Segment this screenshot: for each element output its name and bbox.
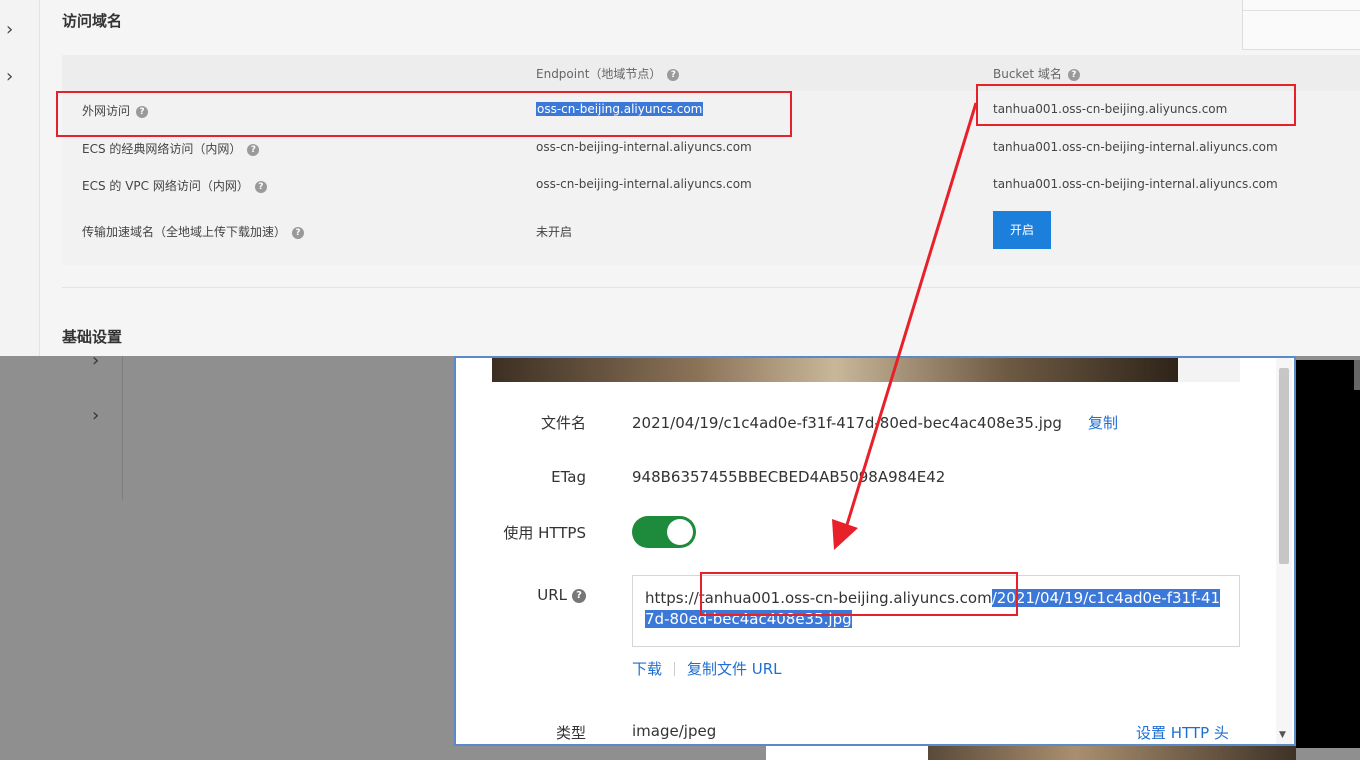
oss-console-panel: › › 访问域名 Endpoint（地域节点）? Bucket 域名? 外网访问… [0,0,1360,356]
download-link[interactable]: 下载 [632,660,662,678]
help-circle-icon[interactable]: ? [292,226,305,239]
copy-file-url-link[interactable]: 复制文件 URL [687,660,782,678]
chevron-right-icon[interactable]: › [92,405,99,426]
left-rail: › › [0,0,40,356]
acceleration-status: 未开启 [536,225,573,239]
scrollbar-thumb[interactable] [1279,368,1289,564]
column-header-bucket-domain: Bucket 域名? [993,65,1080,82]
endpoint-ecs-classic[interactable]: oss-cn-beijing-internal.aliyuncs.com [536,140,752,154]
help-circle-icon[interactable]: ? [254,180,267,193]
url-label: URL? [456,586,586,604]
row-label-ecs-vpc: ECS 的 VPC 网络访问（内网）? [82,177,267,194]
background-image [928,745,1296,760]
preview-margin [1178,358,1240,382]
background-dark-panel [1296,360,1360,748]
help-circle-icon[interactable]: ? [1067,68,1080,81]
dropdown-menu [1242,0,1360,50]
section-title-access-domain: 访问域名 [62,12,123,30]
type-value: image/jpeg [632,722,717,740]
https-toggle[interactable] [632,516,696,548]
scroll-down-icon[interactable]: ▼ [1279,730,1286,740]
https-label: 使用 HTTPS [503,524,586,542]
url-actions: 下载 复制文件 URL [632,658,782,679]
etag-label: ETag [551,468,586,486]
separator [674,662,676,676]
section-title-basic-settings: 基础设置 [62,328,123,346]
annotation-box-url-host [700,572,1018,616]
background-divider [122,356,123,500]
dialog-scrollbar[interactable]: ▼ [1276,358,1292,744]
filename-value: 2021/04/19/c1c4ad0e-f31f-417d-80ed-bec4a… [632,414,1118,432]
help-circle-icon[interactable]: ? [247,143,260,156]
row-label-ecs-classic: ECS 的经典网络访问（内网）? [82,140,260,157]
endpoint-ecs-vpc[interactable]: oss-cn-beijing-internal.aliyuncs.com [536,177,752,191]
image-preview [492,358,1178,382]
chevron-right-icon[interactable]: › [92,350,99,371]
toggle-knob [667,519,693,545]
row-label-transfer-acceleration: 传输加速域名（全地域上传下载加速）? [82,223,305,240]
set-http-header-link[interactable]: 设置 HTTP 头 [1136,722,1229,743]
bucket-domain-ecs-vpc[interactable]: tanhua001.oss-cn-beijing-internal.aliyun… [993,177,1278,191]
annotation-box-bucket-domain [976,84,1296,126]
type-label: 类型 [555,724,586,742]
help-circle-icon[interactable]: ? [667,68,680,81]
bucket-overview-card: 访问域名 Endpoint（地域节点）? Bucket 域名? 外网访问? os… [40,0,1360,356]
enable-acceleration-button[interactable]: 开启 [993,211,1051,249]
etag-value: 948B6357455BBECBED4AB5098A984E42 [632,468,946,486]
annotation-box-public-access [56,91,792,137]
column-header-endpoint: Endpoint（地域节点）? [536,65,680,82]
chevron-right-icon[interactable]: › [6,19,13,40]
url-prefix: https:// [645,589,699,607]
chevron-right-icon[interactable]: › [6,66,13,87]
file-detail-dialog: 文件名 2021/04/19/c1c4ad0e-f31f-417d-80ed-b… [454,356,1296,746]
divider [62,287,1360,288]
bucket-domain-ecs-classic[interactable]: tanhua001.oss-cn-beijing-internal.aliyun… [993,140,1278,154]
help-circle-icon[interactable]: ? [572,589,586,603]
copy-filename-link[interactable]: 复制 [1088,414,1118,432]
filename-label: 文件名 [540,414,586,432]
